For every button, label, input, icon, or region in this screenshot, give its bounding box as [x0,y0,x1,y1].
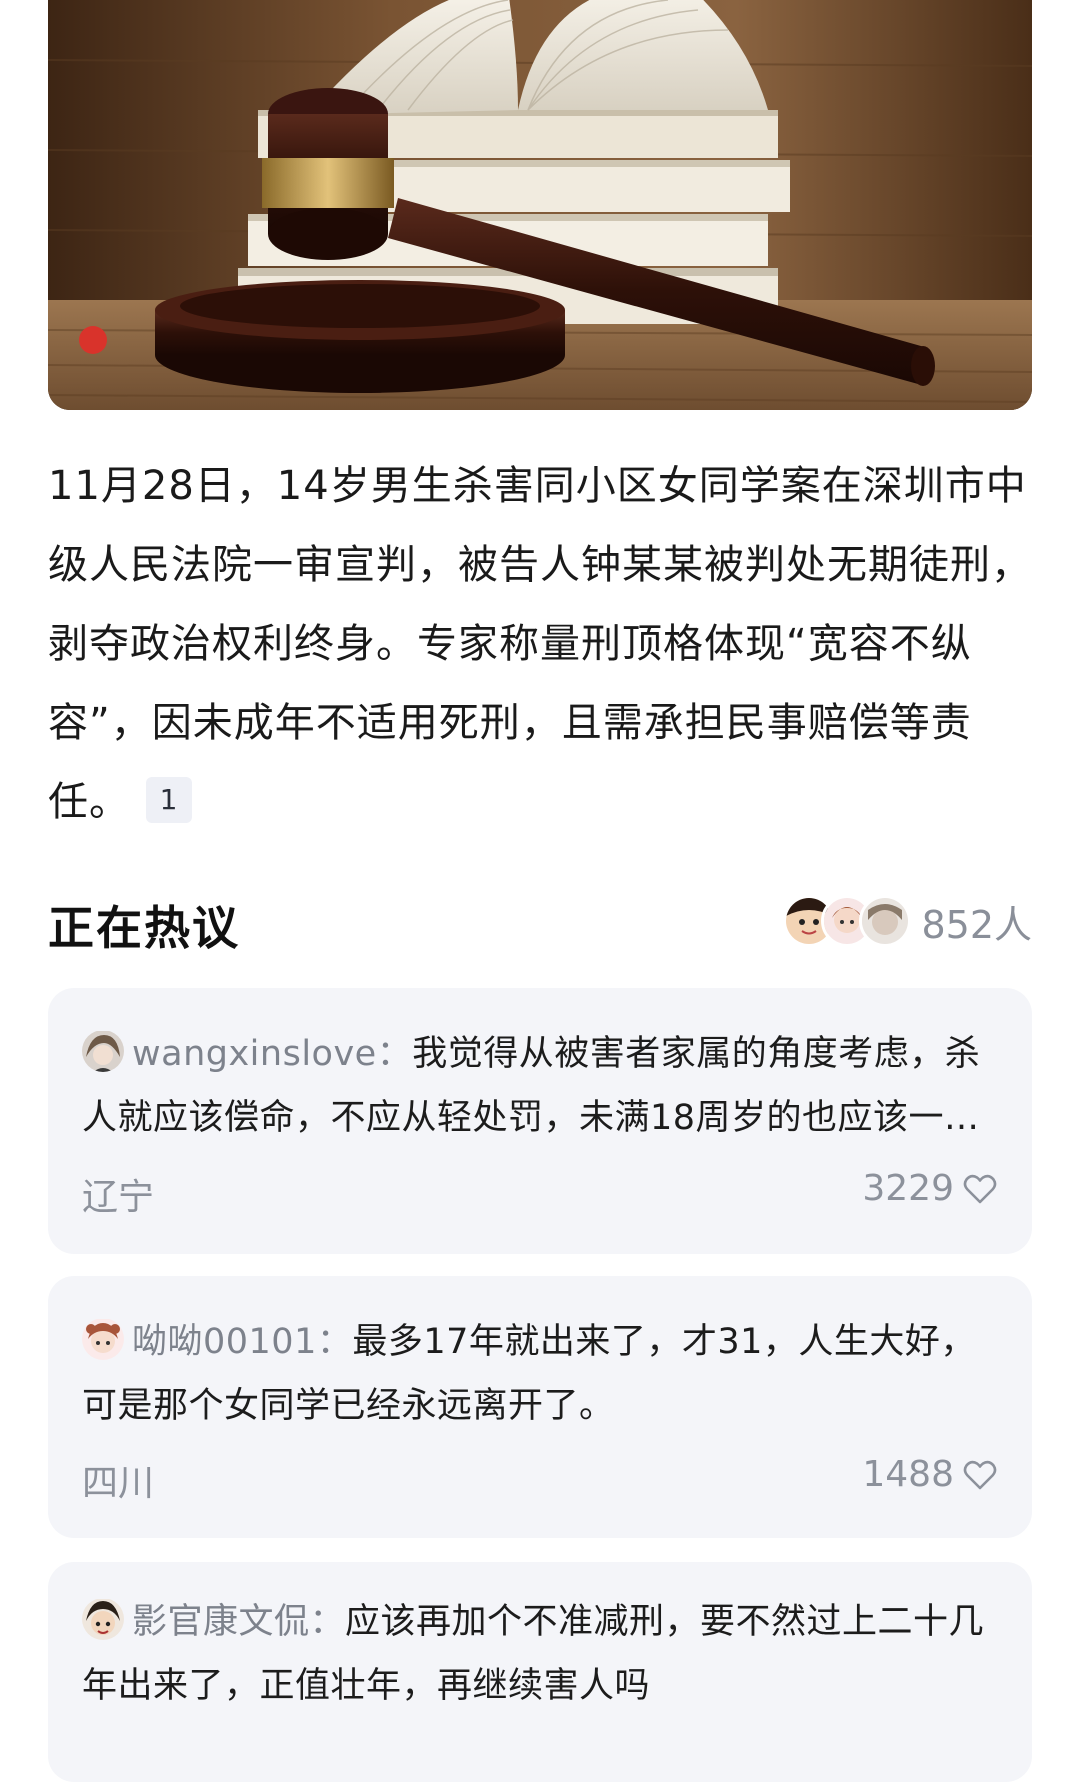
comment-card[interactable]: wangxinslove：我觉得从被害者家属的角度考虑，杀人就应该偿命，不应从轻… [48,988,1032,1254]
news-summary: 11月28日，14岁男生杀害同小区女同学案在深圳市中级人民法院一审宣判，被告人钟… [48,447,1038,842]
commenter-username[interactable]: 影官康文侃 [132,1602,310,1642]
like-count: 3229 [862,1168,954,1209]
heart-outline-icon [963,1460,997,1489]
comment-location: 四川 [82,1463,155,1504]
like-count: 1488 [862,1454,954,1495]
commenter-username[interactable]: wangxinslove [132,1034,377,1074]
section-title: 正在热议 [48,901,240,955]
comment-body: 呦呦00101：最多17年就出来了，才31，人生大好，可是那个女同学已经永远离开… [82,1310,1000,1438]
hero-image[interactable] [48,0,1032,410]
comment-body: 影官康文侃：应该再加个不准减刑，要不然过上二十几年出来了，正值壮年，再继续害人吗 [82,1590,1000,1718]
comment-footer: 辽宁 3229 [82,1168,998,1218]
participant-count: 852人 [921,902,1032,947]
comment-footer: 四川 1488 [82,1454,998,1504]
gavel-books-illustration [48,0,1032,410]
comment-location: 辽宁 [82,1177,155,1218]
like-button[interactable]: 3229 [862,1168,998,1209]
participants-summary[interactable]: 852人 [783,894,1032,948]
like-button[interactable]: 1488 [862,1454,998,1495]
comment-card[interactable]: 呦呦00101：最多17年就出来了，才31，人生大好，可是那个女同学已经永远离开… [48,1276,1032,1538]
avatar [859,895,912,947]
comment-body: wangxinslove：我觉得从被害者家属的角度考虑，杀人就应该偿命，不应从轻… [82,1022,1000,1150]
discussion-header: 正在热议 852人 [48,880,1032,960]
news-detail-page: 11月28日，14岁男生杀害同小区女同学案在深圳市中级人民法院一审宣判，被告人钟… [0,0,1080,1782]
commenter-avatar[interactable] [82,1598,124,1640]
commenter-avatar[interactable] [82,1030,124,1072]
heart-outline-icon [963,1174,997,1203]
reference-badge[interactable]: 1 [146,777,192,823]
summary-text: 11月28日，14岁男生杀害同小区女同学案在深圳市中级人民法院一审宣判，被告人钟… [48,463,1032,825]
commenter-avatar[interactable] [82,1318,124,1360]
comment-card[interactable]: 影官康文侃：应该再加个不准减刑，要不然过上二十几年出来了，正值壮年，再继续害人吗 [48,1562,1032,1782]
participant-avatars [783,895,912,947]
commenter-username[interactable]: 呦呦00101 [132,1322,317,1362]
